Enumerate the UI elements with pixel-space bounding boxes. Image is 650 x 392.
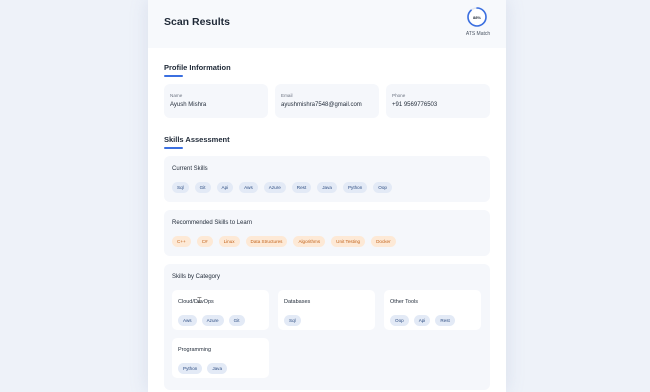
ats-percent: 88% xyxy=(472,14,481,20)
name-value: Ayush Mishra xyxy=(170,102,207,108)
category-cloud-devops: Cloud/DevOps Aws Azure Git xyxy=(172,290,269,330)
scan-results-panel: Scan Results 88% ATS Match Profile Infor… xyxy=(148,0,506,392)
recommended-skills-list: C++ C# Linux Data Structures Algorithms Unit … xyxy=(172,236,396,247)
skill-chip: Linux xyxy=(218,236,240,247)
category-programming: Programming Python Java xyxy=(172,338,269,378)
recommended-skills-title: Recommended Skills to Learn xyxy=(172,220,253,226)
category-name: Cloud/DevOps xyxy=(178,299,214,305)
ats-match-gauge: 88% xyxy=(466,6,488,28)
skill-chip: Sql xyxy=(284,315,301,326)
ats-match-label: ATS Match xyxy=(465,31,491,37)
category-skills-list: Sql xyxy=(284,315,301,326)
skill-chip: Python xyxy=(342,182,368,193)
profile-title-underline xyxy=(164,75,183,77)
category-skills-list: Python Java xyxy=(178,363,228,374)
current-skills-card: Current Skills Sql Git Api Aws Azure Rest Java… xyxy=(164,156,490,202)
skill-chip: Sql xyxy=(172,182,189,193)
skill-chip: Unit Testing xyxy=(331,236,366,247)
skills-by-category-card: Skills by Category Cloud/DevOps Aws Azure… xyxy=(164,264,490,390)
skill-chip: Docker xyxy=(371,236,396,247)
skill-chip: Java xyxy=(317,182,337,193)
category-skills-list: Oop Api Rest xyxy=(390,315,455,326)
skills-section-title: Skills Assessment xyxy=(164,135,230,144)
skill-chip: Git xyxy=(228,315,245,326)
category-databases: Databases Sql xyxy=(278,290,375,330)
category-name: Other Tools xyxy=(390,299,419,305)
page-title: Scan Results xyxy=(164,16,230,28)
profile-name-card: Name Ayush Mishra xyxy=(164,84,268,118)
profile-phone-card: Phone +91 9569776503 xyxy=(386,84,490,118)
profile-section-title: Profile Information xyxy=(164,63,231,72)
skill-chip: Java xyxy=(207,363,228,374)
skill-chip: C++ xyxy=(172,236,191,247)
phone-label: Phone xyxy=(392,93,406,98)
skills-title-underline xyxy=(164,147,183,149)
skill-chip: Api xyxy=(216,182,234,193)
name-label: Name xyxy=(170,93,183,98)
email-label: Email xyxy=(281,93,293,98)
skill-chip: Aws xyxy=(178,315,197,326)
skill-chip: Python xyxy=(178,363,203,374)
category-other-tools: Other Tools Oop Api Rest xyxy=(384,290,481,330)
skill-chip: Azure xyxy=(263,182,286,193)
text-cursor-icon: ⌶ xyxy=(197,296,202,305)
skill-chip: Git xyxy=(194,182,211,193)
category-name: Databases xyxy=(284,299,311,305)
skill-chip: C# xyxy=(196,236,213,247)
skill-chip: Algorithms xyxy=(293,236,326,247)
phone-value: +91 9569776503 xyxy=(392,102,438,108)
skill-chip: Api xyxy=(413,315,431,326)
recommended-skills-card: Recommended Skills to Learn C++ C# Linux Da… xyxy=(164,210,490,256)
profile-email-card: Email ayushmishra7548@gmail.com xyxy=(275,84,379,118)
skill-chip: Aws xyxy=(239,182,258,193)
skill-chip: Rest xyxy=(291,182,312,193)
current-skills-list: Sql Git Api Aws Azure Rest Java Python Oop xyxy=(172,182,392,193)
results-header: Scan Results 88% ATS Match xyxy=(148,0,506,48)
email-value: ayushmishra7548@gmail.com xyxy=(281,102,362,108)
skill-chip: Azure xyxy=(201,315,224,326)
category-skills-list: Aws Azure Git xyxy=(178,315,245,326)
skills-by-category-title: Skills by Category xyxy=(172,274,221,280)
category-name: Programming xyxy=(178,347,212,353)
current-skills-title: Current Skills xyxy=(172,166,208,172)
skill-chip: Rest xyxy=(435,315,455,326)
skill-chip: Oop xyxy=(390,315,409,326)
skill-chip: Data Structures xyxy=(245,236,288,247)
skill-chip: Oop xyxy=(373,182,392,193)
